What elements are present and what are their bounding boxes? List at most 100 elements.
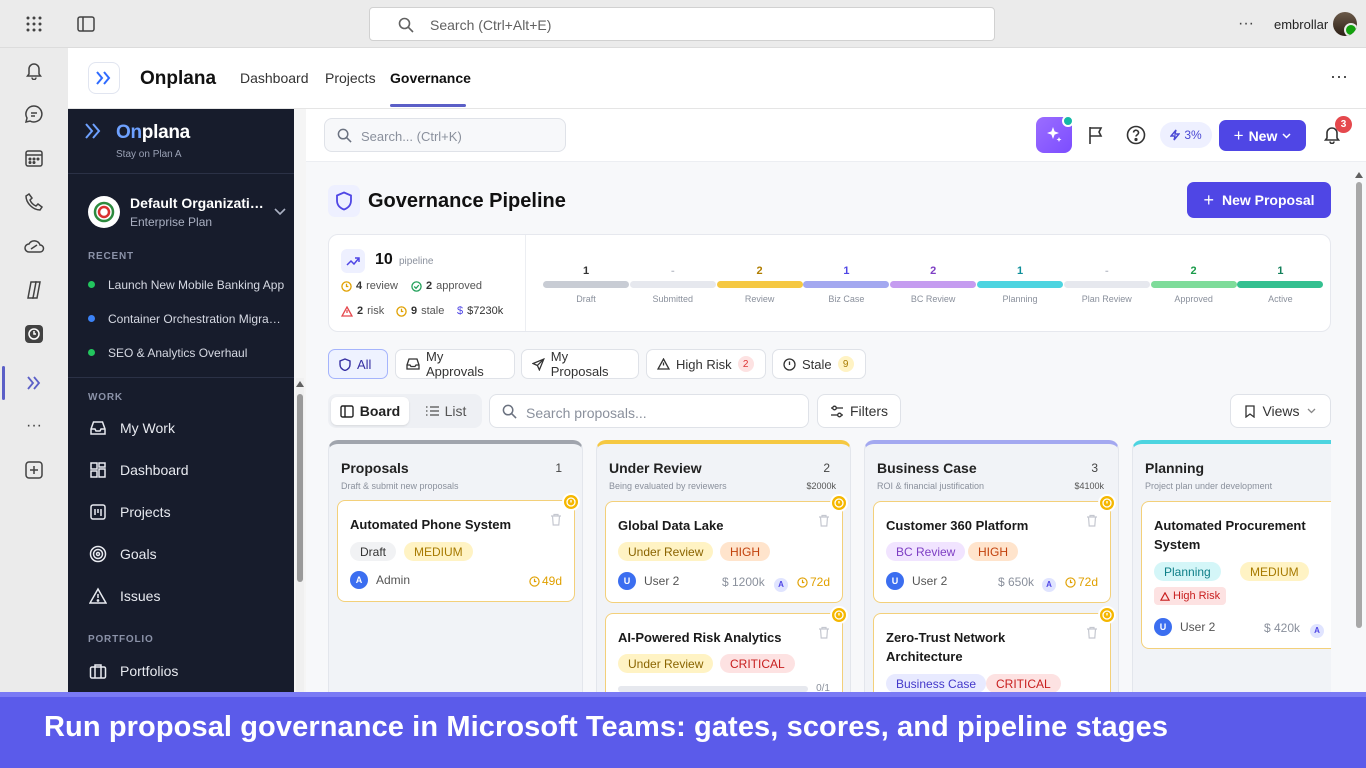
organization-name[interactable]: Default Organization (130, 195, 264, 211)
app-launcher-icon[interactable] (22, 12, 46, 36)
new-button-label: New (1248, 127, 1278, 144)
new-proposal-button[interactable]: + New Proposal (1187, 182, 1331, 218)
phone-icon[interactable] (22, 190, 46, 214)
column-description: Project plan under development (1145, 481, 1273, 491)
ai-assistant-button[interactable] (1036, 115, 1074, 153)
recent-item-3[interactable]: SEO & Analytics Overhaul (108, 346, 288, 360)
trash-icon[interactable] (1086, 514, 1098, 532)
clock-app-icon[interactable] (22, 322, 46, 346)
proposal-card[interactable]: AI-Powered Risk Analytics Under Review C… (605, 606, 848, 692)
brand-tagline: Stay on Plan A (116, 149, 182, 160)
card-title: Automated Phone System (350, 517, 512, 532)
status-badge: Under Review (618, 542, 714, 561)
filter-high-risk[interactable]: High Risk 2 (646, 349, 766, 379)
pipeline-stage-active[interactable]: 1 Active (1237, 265, 1324, 304)
stage-bar (803, 281, 890, 288)
calendar-icon[interactable] (22, 146, 46, 170)
filters-button[interactable]: Filters (817, 394, 901, 428)
pipeline-stage-submitted[interactable]: - Submitted (629, 265, 716, 304)
pipeline-stage-approved[interactable]: 2 Approved (1150, 265, 1237, 304)
trash-icon[interactable] (818, 626, 830, 644)
recent-section-label: RECENT (88, 251, 134, 262)
flag-icon[interactable] (1085, 124, 1107, 146)
filter-all[interactable]: All (328, 349, 388, 379)
divider (68, 173, 294, 174)
proposal-card[interactable]: Customer 360 Platform BC Review HIGH U U… (873, 494, 1116, 603)
copilot-icon[interactable] (22, 278, 46, 302)
pipeline-count: 10 (375, 251, 393, 268)
sidebar-item-projects[interactable]: Projects (88, 500, 171, 524)
column-under-review: Under Review 2 Being evaluated by review… (596, 440, 851, 692)
chevron-down-icon[interactable] (274, 205, 286, 219)
views-dropdown[interactable]: Views (1230, 394, 1331, 428)
sidebar-toggle-icon[interactable] (74, 12, 98, 36)
filter-label: My Approvals (426, 349, 484, 379)
pipeline-stage-plan-review[interactable]: - Plan Review (1063, 265, 1150, 304)
help-icon[interactable] (1125, 124, 1147, 146)
stage-count: 1 (582, 265, 590, 277)
stage-label: Planning (1002, 294, 1038, 304)
priority-badge: CRITICAL (720, 654, 795, 673)
card-title: Customer 360 Platform (886, 518, 1029, 533)
filter-stale[interactable]: Stale 9 (772, 349, 866, 379)
bell-icon[interactable] (22, 58, 46, 82)
stage-bar (890, 281, 977, 288)
sidebar-item-dashboard[interactable]: Dashboard (88, 458, 189, 482)
inbox-icon (406, 358, 420, 370)
cloud-icon[interactable] (22, 234, 46, 258)
sidebar-scrollbar[interactable] (296, 378, 304, 692)
global-search-input[interactable]: Search... (Ctrl+K) (324, 118, 566, 152)
sidebar-item-portfolios[interactable]: Portfolios (88, 659, 178, 683)
add-app-icon[interactable] (22, 458, 46, 482)
more-apps-icon[interactable]: ··· (22, 414, 46, 438)
recent-item-1[interactable]: Launch New Mobile Banking App (108, 278, 288, 292)
more-options-icon[interactable]: ··· (1234, 12, 1258, 36)
warning-badge-icon (830, 606, 848, 624)
filter-my-proposals[interactable]: My Proposals (521, 349, 639, 379)
chat-icon[interactable] (22, 102, 46, 126)
sidebar-item-issues[interactable]: Issues (88, 584, 160, 608)
pipeline-stage-biz-case[interactable]: 1 Biz Case (803, 265, 890, 304)
trash-icon[interactable] (1086, 626, 1098, 644)
app-more-icon[interactable]: ··· (1330, 66, 1348, 87)
card-amount: $ 1200k (722, 575, 765, 589)
teams-search-box[interactable]: Search (Ctrl+Alt+E) (369, 7, 995, 41)
new-button[interactable]: + New (1219, 120, 1306, 151)
card-age: 72d (1065, 575, 1098, 589)
card-title: Zero-Trust Network Architecture (886, 630, 1006, 664)
app-header: Onplana Dashboard Projects Governance ··… (68, 48, 1366, 109)
main-scrollbar[interactable] (1354, 170, 1364, 692)
proposal-search-input[interactable]: Search proposals... (489, 394, 809, 428)
onplana-app-icon[interactable] (22, 371, 46, 395)
sidebar-item-label: Goals (120, 546, 157, 562)
tab-dashboard[interactable]: Dashboard (240, 70, 309, 86)
stage-label: Plan Review (1081, 294, 1132, 304)
user-avatar[interactable] (1333, 12, 1357, 36)
list-view-button[interactable]: List (416, 397, 476, 425)
filter-my-approvals[interactable]: My Approvals (395, 349, 515, 379)
proposal-card[interactable]: Zero-Trust Network Architecture Business… (873, 606, 1116, 692)
pipeline-stage-planning[interactable]: 1 Planning (977, 265, 1063, 304)
sidebar-item-goals[interactable]: Goals (88, 542, 157, 566)
risk-stat: 2 risk (341, 305, 384, 317)
usage-indicator[interactable]: 3% (1160, 122, 1212, 148)
pipeline-stage-review[interactable]: 2 Review (716, 265, 803, 304)
proposal-card[interactable]: Automated Phone System Draft MEDIUM A Ad… (337, 493, 580, 602)
proposal-card[interactable]: Automated Procurement System Planning ME… (1141, 501, 1331, 649)
card-age: 72d (797, 575, 830, 589)
sidebar-item-label: Portfolios (120, 663, 179, 679)
tab-projects[interactable]: Projects (325, 70, 376, 86)
tab-governance[interactable]: Governance (390, 70, 471, 86)
projects-icon (88, 502, 108, 522)
trash-icon[interactable] (550, 513, 562, 531)
trash-icon[interactable] (818, 514, 830, 532)
proposal-card[interactable]: Global Data Lake Under Review HIGH U Use… (605, 494, 848, 603)
recent-item-2[interactable]: Container Orchestration Migration (108, 312, 284, 326)
divider (68, 377, 294, 378)
pipeline-stage-draft[interactable]: 1 Draft (543, 265, 629, 304)
sidebar-item-my-work[interactable]: My Work (88, 416, 175, 440)
board-view-button[interactable]: Board (331, 397, 409, 425)
plus-icon: + (1203, 189, 1214, 210)
pipeline-stage-bc-review[interactable]: 2 BC Review (890, 265, 977, 304)
sidebar-brand[interactable]: Onplana (116, 122, 190, 144)
